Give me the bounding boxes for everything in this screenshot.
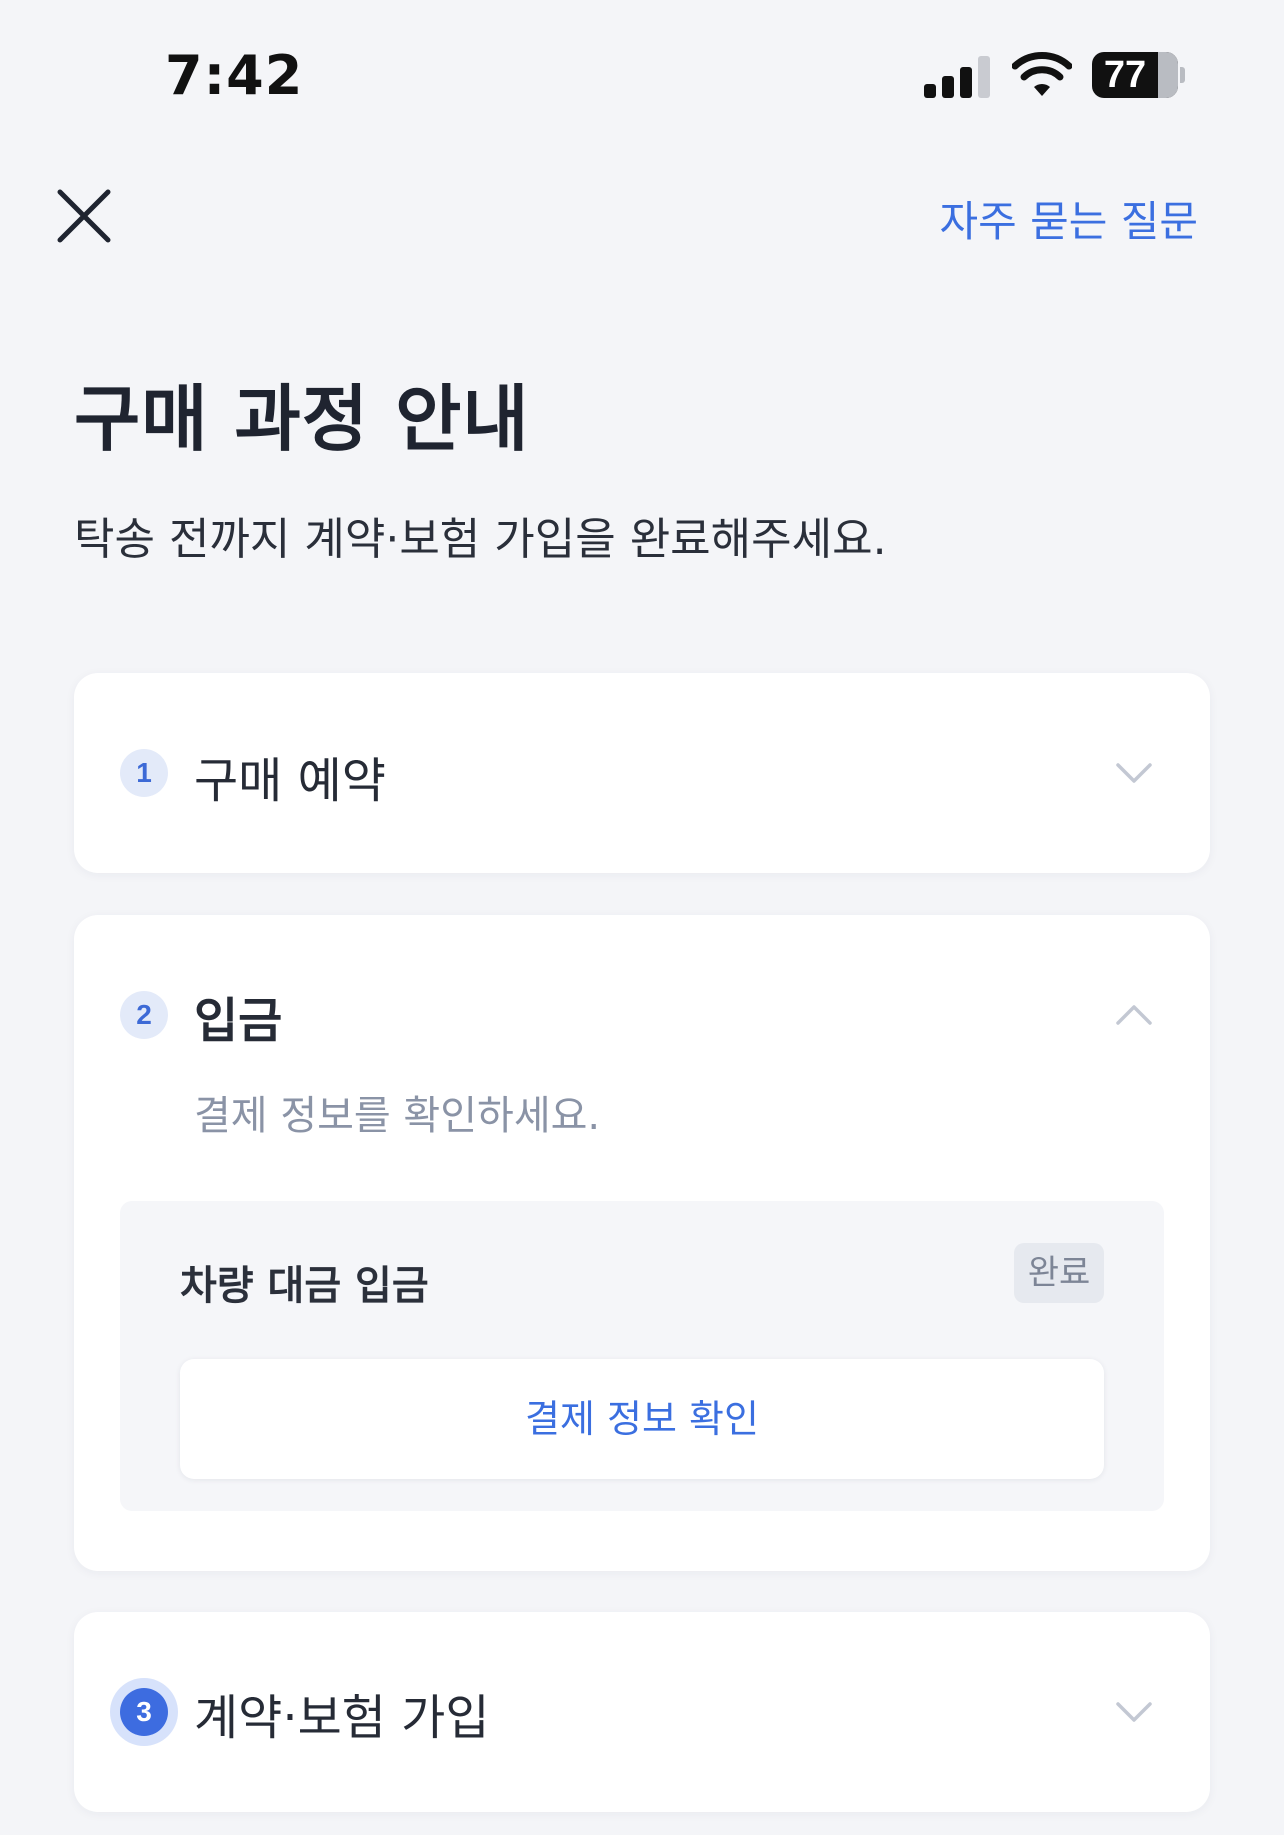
screen: 7:42 77 자주 묻는 질문 구매 과정 안내 탁송 전까지 계약·보험 가…: [0, 0, 1284, 1835]
signal-icon: [924, 56, 992, 98]
step-number: 3: [120, 1688, 168, 1736]
payment-info-button[interactable]: 결제 정보 확인: [180, 1359, 1104, 1479]
page-subtitle: 탁송 전까지 계약·보험 가입을 완료해주세요.: [74, 514, 887, 565]
battery-icon: 77: [1092, 52, 1185, 98]
wifi-icon: [1012, 52, 1072, 96]
nav-bar: 자주 묻는 질문: [0, 160, 1284, 270]
status-badge: 완료: [1014, 1243, 1104, 1303]
close-icon[interactable]: [52, 184, 116, 248]
battery-level: 77: [1103, 54, 1147, 96]
step-title: 입금: [194, 993, 283, 1049]
step-title: 계약·보험 가입: [194, 1690, 490, 1746]
chevron-down-icon[interactable]: [1114, 1700, 1154, 1724]
page-title: 구매 과정 안내: [74, 377, 530, 461]
faq-link[interactable]: 자주 묻는 질문: [939, 188, 1198, 249]
step-card-deposit[interactable]: 2 입금 결제 정보를 확인하세요. 차량 대금 입금 완료 결제 정보 확인: [74, 915, 1210, 1571]
chevron-down-icon[interactable]: [1114, 761, 1154, 785]
chevron-up-icon[interactable]: [1114, 1003, 1154, 1027]
task-title: 차량 대금 입금: [180, 1263, 429, 1309]
step-card-contract-insurance[interactable]: 3 계약·보험 가입: [74, 1612, 1210, 1812]
step-number: 1: [120, 749, 168, 797]
status-bar: 7:42 77: [0, 0, 1284, 150]
step-number: 2: [120, 991, 168, 1039]
step-title: 구매 예약: [194, 753, 386, 809]
status-time: 7:42: [165, 44, 304, 107]
step-description: 결제 정보를 확인하세요.: [194, 1093, 601, 1139]
task-panel: 차량 대금 입금 완료 결제 정보 확인: [120, 1201, 1164, 1511]
step-card-reservation[interactable]: 1 구매 예약: [74, 673, 1210, 873]
